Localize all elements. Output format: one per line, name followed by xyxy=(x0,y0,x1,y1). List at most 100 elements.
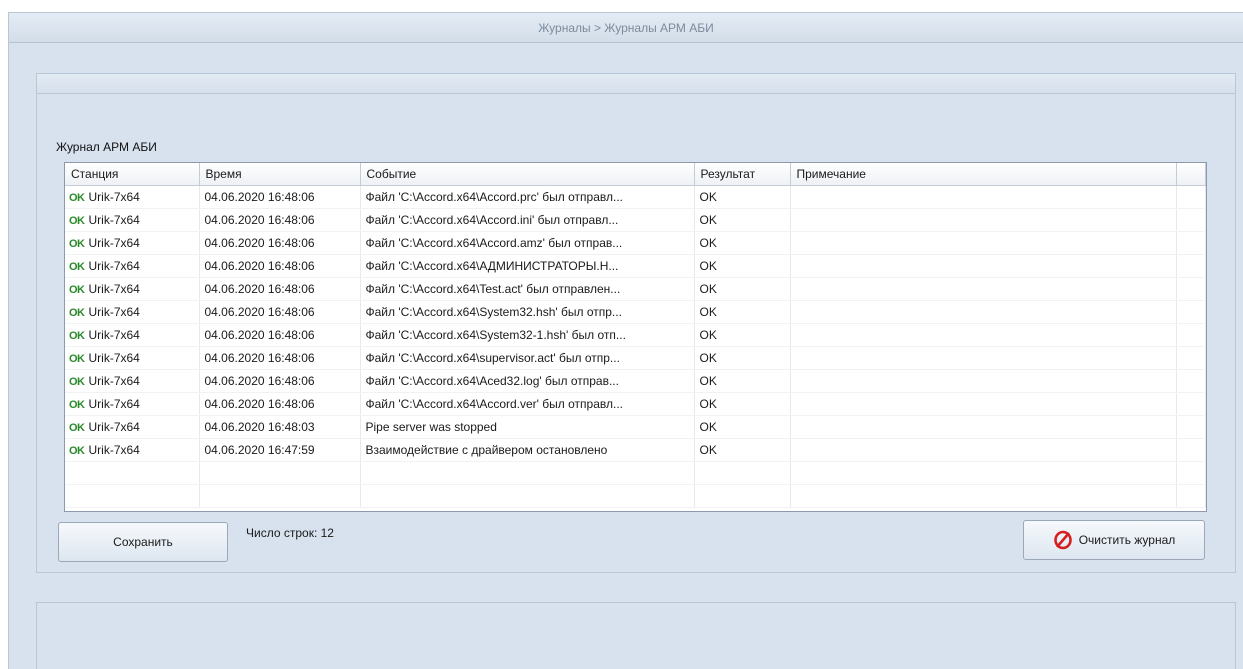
time-cell: 04.06.2020 16:48:06 xyxy=(199,369,361,393)
station-name: Urik-7x64 xyxy=(88,281,140,296)
filler-cell xyxy=(1176,461,1206,485)
filler-cell xyxy=(1176,346,1206,370)
event-cell: Файл 'C:\Accord.x64\Aced32.log' был отпр… xyxy=(360,369,695,393)
time-cell: 04.06.2020 16:48:06 xyxy=(199,392,361,416)
time-cell: 04.06.2020 16:48:06 xyxy=(199,254,361,278)
result-cell: OK xyxy=(694,300,791,324)
log-panel: Журнал АРМ АБИ Станция Время Событие Рез… xyxy=(36,73,1236,573)
table-row[interactable]: OK Urik-7x64 04.06.2020 16:48:06 Файл 'C:\A… xyxy=(65,277,1206,301)
note-cell xyxy=(790,185,1177,209)
station-name: Urik-7x64 xyxy=(88,327,140,342)
result-cell: OK xyxy=(694,392,791,416)
filler-cell xyxy=(1176,277,1206,301)
event-cell: Файл 'C:\Accord.x64\Accord.prc' был отпр… xyxy=(360,185,695,209)
note-cell xyxy=(790,392,1177,416)
time-cell: 04.06.2020 16:48:06 xyxy=(199,185,361,209)
table-row[interactable] xyxy=(65,484,1206,508)
station-cell: OK Urik-7x64 xyxy=(65,254,200,278)
event-cell xyxy=(360,484,695,508)
event-cell: Файл 'C:\Accord.x64\Accord.amz' был отпр… xyxy=(360,231,695,255)
table-row[interactable]: OK Urik-7x64 04.06.2020 16:48:06 Файл 'C:\A… xyxy=(65,392,1206,416)
station-name: Urik-7x64 xyxy=(88,442,140,457)
filler-cell xyxy=(1176,484,1206,508)
station-name: Urik-7x64 xyxy=(88,258,140,273)
event-cell: Файл 'C:\Accord.x64\supervisor.act' был … xyxy=(360,346,695,370)
time-cell: 04.06.2020 16:48:06 xyxy=(199,323,361,347)
table-row[interactable]: OK Urik-7x64 04.06.2020 16:48:06 Файл 'C:\A… xyxy=(65,208,1206,232)
table-row[interactable]: OK Urik-7x64 04.06.2020 16:48:06 Файл 'C:\A… xyxy=(65,323,1206,347)
column-header-station[interactable]: Станция xyxy=(65,163,200,186)
station-name: Urik-7x64 xyxy=(88,419,140,434)
table-row[interactable]: OK Urik-7x64 04.06.2020 16:48:06 Файл 'C:\A… xyxy=(65,300,1206,324)
note-cell xyxy=(790,346,1177,370)
column-header-event[interactable]: Событие xyxy=(360,163,695,186)
filler-cell xyxy=(1176,208,1206,232)
table-row[interactable]: OK Urik-7x64 04.06.2020 16:48:03 Pipe serve… xyxy=(65,415,1206,439)
time-cell xyxy=(199,484,361,508)
time-cell: 04.06.2020 16:47:59 xyxy=(199,438,361,462)
station-cell: OK Urik-7x64 xyxy=(65,438,200,462)
log-grid[interactable]: Станция Время Событие Результат Примечан… xyxy=(64,162,1207,512)
event-cell: Pipe server was stopped xyxy=(360,415,695,439)
ok-status-icon: OK xyxy=(69,398,85,411)
event-cell: Файл 'C:\Accord.x64\System32-1.hsh' был … xyxy=(360,323,695,347)
station-cell: OK Urik-7x64 xyxy=(65,323,200,347)
station-cell: OK Urik-7x64 xyxy=(65,231,200,255)
log-table: Станция Время Событие Результат Примечан… xyxy=(65,163,1206,508)
station-name: Urik-7x64 xyxy=(88,350,140,365)
note-cell xyxy=(790,323,1177,347)
save-button-label: Сохранить xyxy=(113,535,173,549)
filler-cell xyxy=(1176,300,1206,324)
table-row[interactable]: OK Urik-7x64 04.06.2020 16:48:06 Файл 'C:\A… xyxy=(65,346,1206,370)
panel-header xyxy=(37,74,1235,94)
note-cell xyxy=(790,277,1177,301)
station-name: Urik-7x64 xyxy=(88,373,140,388)
save-button[interactable]: Сохранить xyxy=(58,522,228,562)
time-cell xyxy=(199,461,361,485)
time-cell: 04.06.2020 16:48:06 xyxy=(199,277,361,301)
station-name: Urik-7x64 xyxy=(88,189,140,204)
table-row[interactable]: OK Urik-7x64 04.06.2020 16:48:06 Файл 'C:\A… xyxy=(65,369,1206,393)
column-header-note[interactable]: Примечание xyxy=(790,163,1177,186)
time-cell: 04.06.2020 16:48:06 xyxy=(199,208,361,232)
log-title: Журнал АРМ АБИ xyxy=(56,140,157,154)
ok-status-icon: OK xyxy=(69,306,85,319)
ok-status-icon: OK xyxy=(69,329,85,342)
station-cell: OK Urik-7x64 xyxy=(65,300,200,324)
table-row[interactable] xyxy=(65,461,1206,485)
filler-cell xyxy=(1176,415,1206,439)
station-cell: OK Urik-7x64 xyxy=(65,346,200,370)
breadcrumb: Журналы > Журналы АРМ АБИ xyxy=(9,13,1243,43)
note-cell xyxy=(790,369,1177,393)
event-cell: Файл 'C:\Accord.x64\Accord.ini' был отпр… xyxy=(360,208,695,232)
event-cell: Файл 'C:\Accord.x64\АДМИНИСТРАТОРЫ.Н... xyxy=(360,254,695,278)
table-row[interactable]: OK Urik-7x64 04.06.2020 16:48:06 Файл 'C:\A… xyxy=(65,185,1206,209)
table-row[interactable]: OK Urik-7x64 04.06.2020 16:48:06 Файл 'C:\A… xyxy=(65,254,1206,278)
filler-cell xyxy=(1176,231,1206,255)
event-cell: Файл 'C:\Accord.x64\System32.hsh' был от… xyxy=(360,300,695,324)
time-cell: 04.06.2020 16:48:06 xyxy=(199,300,361,324)
filler-cell xyxy=(1176,392,1206,416)
filler-cell xyxy=(1176,185,1206,209)
result-cell: OK xyxy=(694,277,791,301)
column-header-result[interactable]: Результат xyxy=(694,163,791,186)
station-name: Urik-7x64 xyxy=(88,235,140,250)
event-cell xyxy=(360,461,695,485)
result-cell: OK xyxy=(694,185,791,209)
clear-log-button[interactable]: Очистить журнал xyxy=(1023,520,1205,560)
time-cell: 04.06.2020 16:48:03 xyxy=(199,415,361,439)
clear-log-button-label: Очистить журнал xyxy=(1078,533,1176,547)
table-row[interactable]: OK Urik-7x64 04.06.2020 16:48:06 Файл 'C:\A… xyxy=(65,231,1206,255)
filler-cell xyxy=(1176,438,1206,462)
status-panel xyxy=(36,602,1236,669)
result-cell: OK xyxy=(694,415,791,439)
column-header-time[interactable]: Время xyxy=(199,163,361,186)
app-window: Журналы > Журналы АРМ АБИ Журнал АРМ АБИ… xyxy=(8,12,1243,669)
header-row: Станция Время Событие Результат Примечан… xyxy=(65,163,1206,186)
table-row[interactable]: OK Urik-7x64 04.06.2020 16:47:59 Взаимодейс… xyxy=(65,438,1206,462)
result-cell: OK xyxy=(694,208,791,232)
row-count: Число строк: 12 xyxy=(246,526,334,540)
result-cell: OK xyxy=(694,346,791,370)
note-cell xyxy=(790,484,1177,508)
result-cell: OK xyxy=(694,254,791,278)
